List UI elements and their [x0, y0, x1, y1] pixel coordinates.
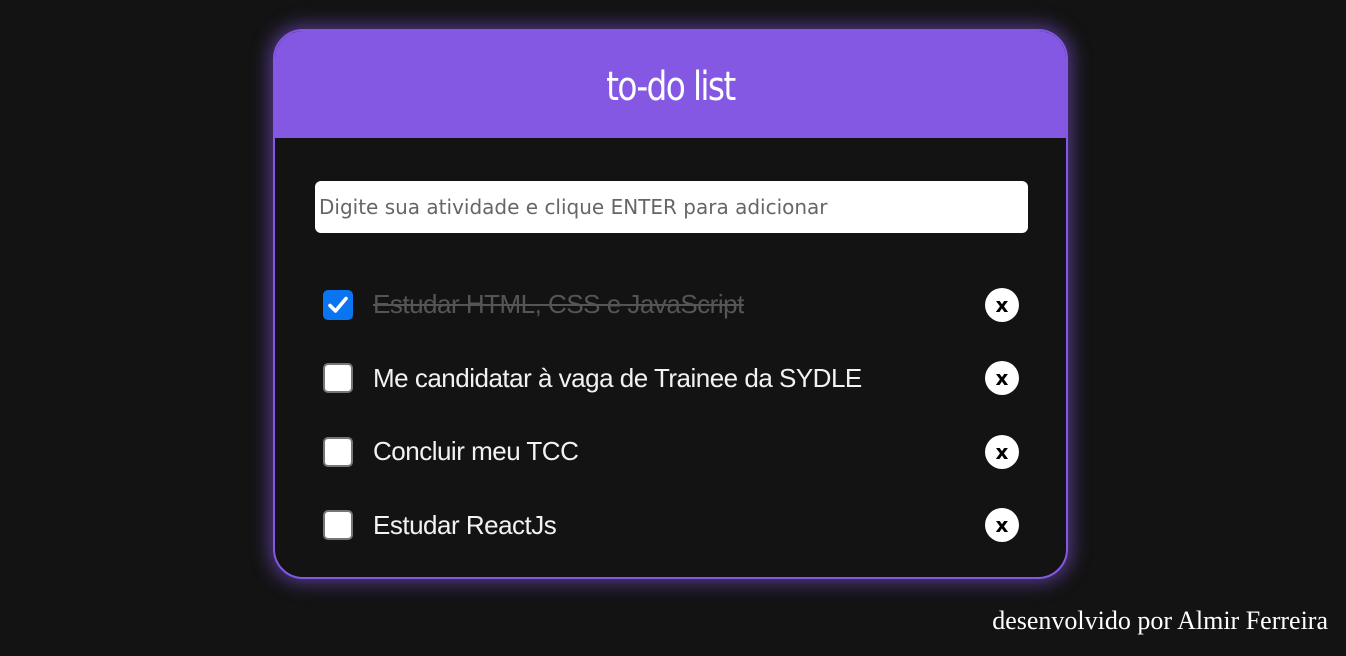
checkmark-icon: [328, 296, 348, 313]
task-item: Me candidatar à vaga de Trainee da SYDLE…: [323, 342, 1023, 416]
todo-card: to-do list Estudar HTML, CSS e JavaScrip…: [273, 29, 1068, 579]
task-text: Concluir meu TCC: [373, 436, 579, 467]
task-text: Estudar ReactJs: [373, 509, 557, 540]
task-checkbox[interactable]: [323, 363, 353, 394]
delete-task-button[interactable]: x: [985, 361, 1019, 396]
page-title: to-do list: [606, 63, 736, 110]
task-item: Concluir meu TCC x: [323, 415, 1023, 489]
delete-task-button[interactable]: x: [985, 434, 1019, 469]
task-text: Estudar HTML, CSS e JavaScript: [373, 289, 744, 320]
footer-credit: desenvolvido por Almir Ferreira: [992, 606, 1328, 635]
task-item: Estudar ReactJs x: [323, 489, 1023, 563]
task-checkbox[interactable]: [323, 510, 353, 541]
task-checkbox[interactable]: [323, 436, 353, 467]
card-header: to-do list: [275, 31, 1066, 138]
task-text: Me candidatar à vaga de Trainee da SYDLE: [373, 362, 862, 393]
delete-task-button[interactable]: x: [985, 508, 1019, 543]
task-list: Estudar HTML, CSS e JavaScript x Me cand…: [323, 268, 1023, 562]
task-input[interactable]: [315, 181, 1028, 233]
task-item: Estudar HTML, CSS e JavaScript x: [323, 268, 1023, 342]
delete-task-button[interactable]: x: [985, 287, 1019, 322]
task-checkbox[interactable]: [323, 289, 353, 320]
